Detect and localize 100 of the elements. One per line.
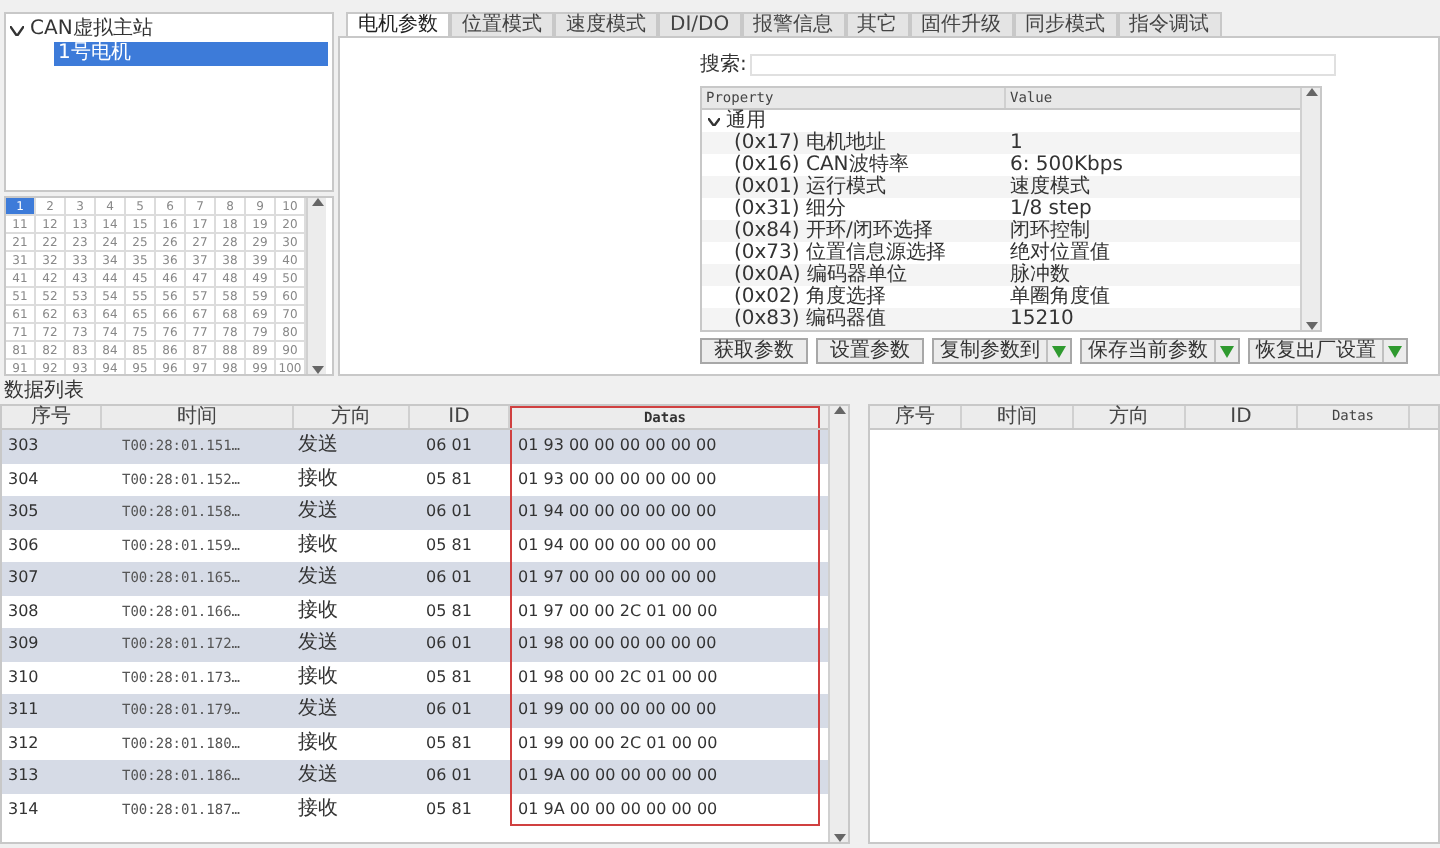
property-name: (0x84) 开环/闭环选择 bbox=[732, 220, 935, 242]
tab[interactable]: 速度模式 bbox=[554, 12, 658, 36]
table-cell-text: 06 01 bbox=[424, 500, 474, 524]
property-value[interactable]: 绝对位置值 bbox=[1006, 242, 1300, 264]
property-name: (0x16) CAN波特率 bbox=[732, 154, 911, 176]
tab[interactable]: 其它 bbox=[845, 12, 910, 36]
table-cell-text: 05 81 bbox=[424, 797, 474, 821]
action-button[interactable]: 设置参数 bbox=[816, 338, 924, 364]
table-cell-text: 发送 bbox=[296, 432, 340, 460]
table-cell-text: 发送 bbox=[296, 762, 340, 790]
scrollbar[interactable] bbox=[306, 198, 326, 374]
property-value[interactable]: 闭环控制 bbox=[1006, 220, 1300, 242]
scroll-down-icon[interactable] bbox=[311, 366, 323, 374]
split-button[interactable]: 恢复出厂设置 bbox=[1248, 338, 1408, 364]
split-button-label[interactable]: 复制参数到 bbox=[934, 340, 1046, 362]
scroll-up-icon[interactable] bbox=[1305, 88, 1317, 96]
table-cell-text: 发送 bbox=[296, 696, 340, 724]
dropdown-triangle-icon[interactable] bbox=[1220, 345, 1234, 357]
property-name: (0x73) 位置信息源选择 bbox=[732, 242, 948, 264]
scroll-down-icon[interactable] bbox=[1305, 322, 1317, 330]
tab[interactable]: 指令调试 bbox=[1117, 12, 1222, 36]
table-cell-text: 307 bbox=[6, 566, 41, 590]
table-cell-text: 303 bbox=[6, 434, 41, 458]
table-cell-text: 306 bbox=[6, 533, 41, 557]
table-cell-text: 发送 bbox=[296, 630, 340, 658]
property-name: (0x02) 角度选择 bbox=[732, 286, 888, 308]
table-cell-text: 06 01 bbox=[424, 698, 474, 722]
scrollbar[interactable] bbox=[1300, 88, 1320, 330]
table-cell-text: 06 01 bbox=[424, 764, 474, 788]
property-name: (0x01) 运行模式 bbox=[732, 176, 888, 198]
group-label: 通用 bbox=[726, 110, 766, 132]
property-value[interactable]: 1/8 step bbox=[1006, 198, 1300, 220]
table-cell-text: 接收 bbox=[296, 597, 340, 625]
table-cell-text: 接收 bbox=[296, 729, 340, 757]
table-cell: 01 9A 00 00 00 00 00 00 bbox=[510, 793, 820, 826]
table-cell-text: 312 bbox=[6, 731, 41, 755]
column-header[interactable]: 序号 bbox=[2, 406, 102, 428]
split-button[interactable]: 复制参数到 bbox=[932, 338, 1072, 364]
table-cell-text: 05 81 bbox=[424, 467, 474, 491]
column-header[interactable]: 时间 bbox=[102, 406, 294, 428]
table-cell-text: 接收 bbox=[296, 465, 340, 493]
table-cell-text: 发送 bbox=[296, 498, 340, 526]
tab[interactable]: DI/DO bbox=[658, 12, 742, 36]
property-value[interactable]: 6: 500Kbps bbox=[1006, 154, 1300, 176]
split-button[interactable]: 保存当前参数 bbox=[1080, 338, 1240, 364]
table-cell-text: 06 01 bbox=[424, 632, 474, 656]
tab[interactable]: 固件升级 bbox=[909, 12, 1014, 36]
tree-item[interactable]: CAN虚拟主站 bbox=[30, 18, 153, 42]
table-cell-text: 05 81 bbox=[424, 533, 474, 557]
table-cell-text: 接收 bbox=[296, 795, 340, 823]
column-header[interactable]: ID bbox=[1186, 406, 1298, 428]
scroll-up-icon[interactable] bbox=[833, 406, 845, 414]
scroll-up-icon[interactable] bbox=[311, 198, 323, 206]
table-cell-text: 接收 bbox=[296, 663, 340, 691]
table-cell-text: 发送 bbox=[296, 564, 340, 592]
tree-item[interactable]: 1号电机 bbox=[54, 42, 328, 66]
property-value[interactable]: 单圈角度值 bbox=[1006, 286, 1300, 308]
column-header[interactable]: 序号 bbox=[870, 406, 962, 428]
chevron-icon[interactable] bbox=[10, 25, 24, 35]
column-header[interactable]: 方向 bbox=[294, 406, 410, 428]
split-button-label[interactable]: 恢复出厂设置 bbox=[1250, 340, 1382, 362]
scrollbar[interactable] bbox=[828, 406, 848, 842]
search-field[interactable] bbox=[750, 54, 1337, 76]
table-cell-text: 309 bbox=[6, 632, 41, 656]
table-cell-text: 05 81 bbox=[424, 665, 474, 689]
table-cell-text: 05 81 bbox=[424, 599, 474, 623]
table-cell-text: 接收 bbox=[296, 531, 340, 559]
table-cell-text: 06 01 bbox=[424, 566, 474, 590]
column-header[interactable]: 时间 bbox=[962, 406, 1074, 428]
property-value[interactable]: 15210 bbox=[1006, 308, 1300, 330]
property-name: (0x31) 细分 bbox=[732, 198, 848, 220]
action-button[interactable]: 获取参数 bbox=[700, 338, 808, 364]
panel-title: 数据列表 bbox=[2, 380, 86, 404]
table-cell-text: 304 bbox=[6, 467, 41, 491]
table-cell-text: 308 bbox=[6, 599, 41, 623]
tab[interactable]: 电机参数 bbox=[346, 12, 450, 36]
table-cell-text: 310 bbox=[6, 665, 41, 689]
property-value[interactable]: 速度模式 bbox=[1006, 176, 1300, 198]
dropdown-triangle-icon[interactable] bbox=[1388, 345, 1402, 357]
table-cell-text: 05 81 bbox=[424, 731, 474, 755]
dropdown-triangle-icon[interactable] bbox=[1052, 345, 1066, 357]
column-header[interactable]: 方向 bbox=[1074, 406, 1186, 428]
property-name: (0x0A) 编码器单位 bbox=[732, 264, 909, 286]
column-header[interactable]: ID bbox=[410, 406, 510, 428]
property-value[interactable]: 脉冲数 bbox=[1006, 264, 1300, 286]
tab[interactable]: 位置模式 bbox=[450, 12, 554, 36]
property-name: (0x17) 电机地址 bbox=[732, 132, 886, 154]
chevron-icon[interactable] bbox=[708, 117, 720, 125]
tab[interactable]: 报警信息 bbox=[741, 12, 846, 36]
table-cell-text: 314 bbox=[6, 797, 41, 821]
table-cell-text: 311 bbox=[6, 698, 41, 722]
search-label: 搜索: bbox=[700, 51, 747, 80]
property-value[interactable]: 1 bbox=[1006, 132, 1300, 154]
tab[interactable]: 同步模式 bbox=[1013, 12, 1118, 36]
split-button-label[interactable]: 保存当前参数 bbox=[1082, 340, 1214, 362]
table-cell-text: 313 bbox=[6, 764, 41, 788]
property-name: (0x83) 编码器值 bbox=[732, 308, 888, 330]
table-cell-text: 06 01 bbox=[424, 434, 474, 458]
scroll-down-icon[interactable] bbox=[833, 834, 845, 842]
table-cell-text: 305 bbox=[6, 500, 41, 524]
